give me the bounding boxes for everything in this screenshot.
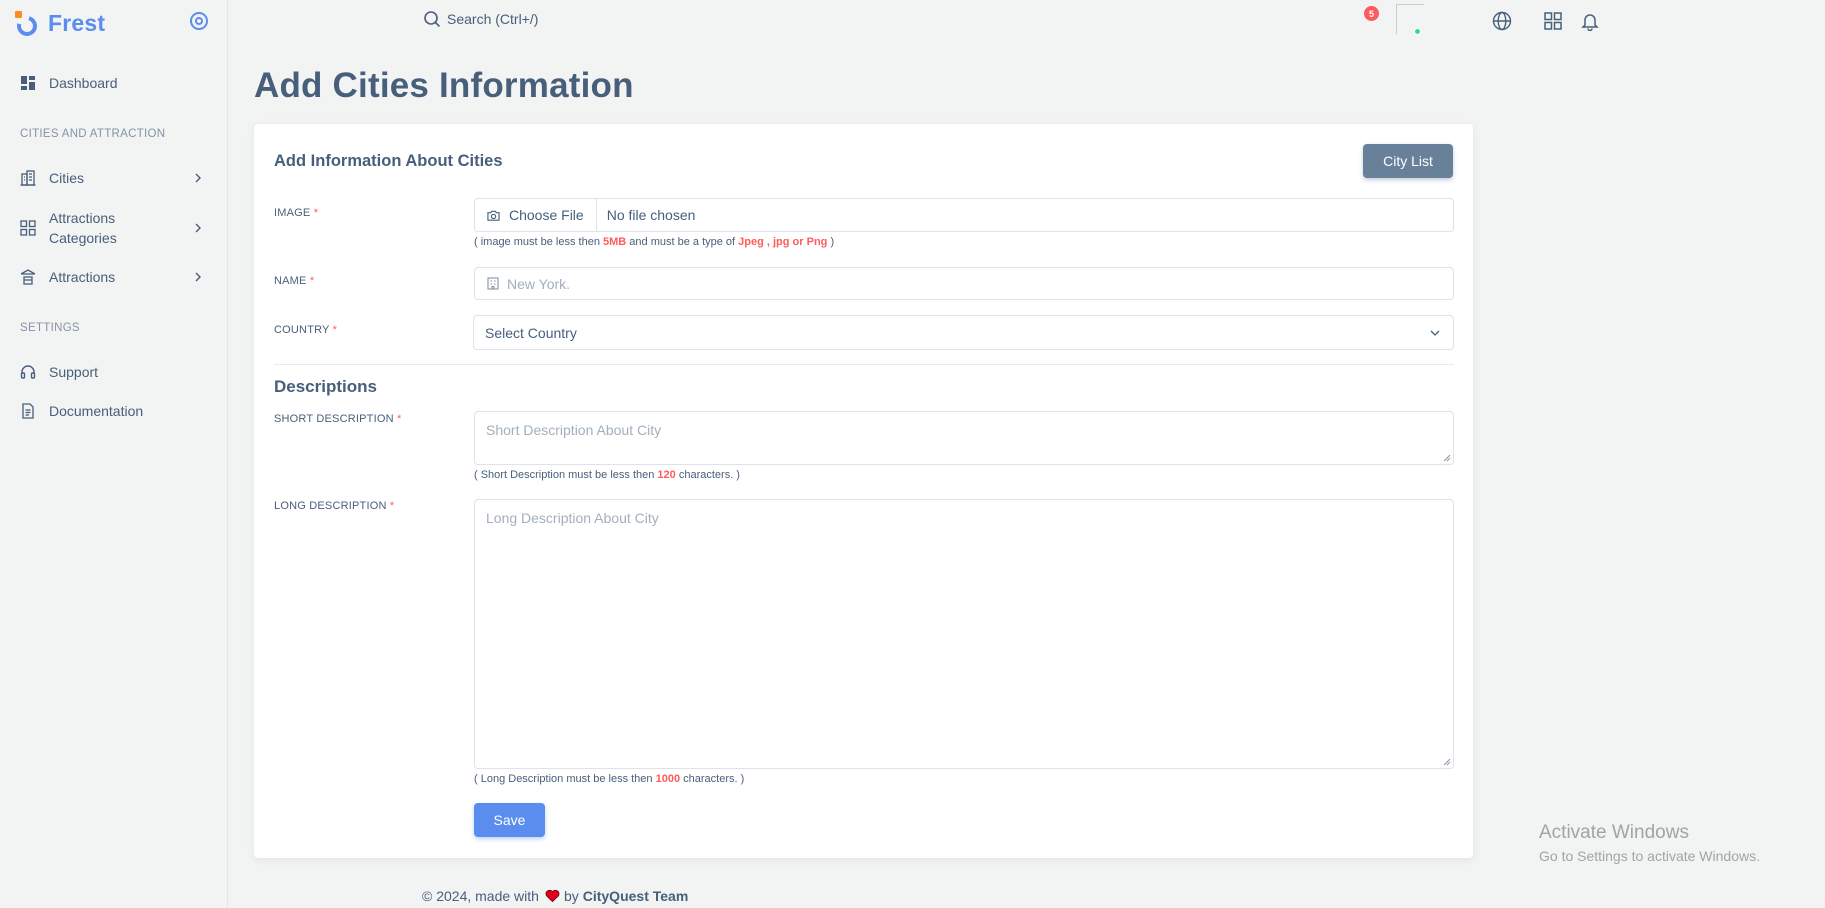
nav-section-header: CITIES AND ATTRACTION — [20, 128, 166, 140]
hint-text: ( image must be less then — [474, 236, 604, 248]
document-icon — [22, 403, 34, 419]
sidebar-item-dashboard[interactable]: Dashboard — [20, 73, 210, 93]
file-status: No file chosen — [606, 207, 696, 223]
long-label-text: LONG DESCRIPTION — [274, 500, 387, 512]
sidebar-item-attraction-categories[interactable]: Attractions Categories — [20, 208, 210, 248]
footer: © 2024, made with by CityQuest Team — [422, 888, 688, 904]
brand-name: Frest — [48, 9, 106, 36]
online-status-dot — [1414, 28, 1421, 35]
sidebar-item-support[interactable]: Support — [20, 362, 210, 382]
hint-highlight: Jpeg , jpg or Png — [738, 236, 828, 248]
heart-icon — [545, 889, 560, 903]
choose-file-button[interactable]: Choose File — [475, 199, 597, 231]
resize-handle-icon[interactable] — [1443, 758, 1451, 766]
required-mark: * — [332, 324, 338, 336]
long-description-label: LONG DESCRIPTION * — [274, 500, 394, 512]
building-icon — [487, 277, 499, 290]
required-mark: * — [313, 207, 319, 219]
chevron-right-icon — [195, 223, 201, 233]
image-label-text: IMAGE — [274, 207, 311, 219]
sidebar-item-label: Support — [49, 364, 99, 380]
image-hint: ( image must be less then 5MB and must b… — [474, 236, 834, 248]
watermark-subtitle: Go to Settings to activate Windows. — [1539, 848, 1760, 864]
chevron-down-icon — [1430, 330, 1440, 336]
name-placeholder: New York. — [507, 275, 571, 292]
hint-highlight: 120 — [657, 469, 676, 481]
dashboard-icon — [21, 76, 35, 90]
long-description-textarea[interactable]: Long Description About City — [474, 499, 1454, 769]
sidebar-toggle-icon[interactable] — [190, 12, 208, 30]
sidebar-item-attractions[interactable]: Attractions — [20, 267, 210, 287]
headphones-icon — [20, 365, 36, 379]
hint-highlight: 5MB — [603, 236, 627, 248]
frest-logo-icon — [13, 10, 41, 40]
required-mark: * — [309, 275, 315, 287]
name-label: NAME * — [274, 275, 314, 287]
required-mark: * — [389, 500, 395, 512]
windows-activation-watermark: Activate Windows Go to Settings to activ… — [1539, 822, 1760, 864]
long-description-hint: ( Long Description must be less then 100… — [474, 773, 744, 785]
chevron-right-icon — [195, 272, 201, 282]
hint-text: characters. ) — [680, 773, 745, 785]
sidebar-item-label: Attractions — [49, 269, 116, 285]
nav-section-header: SETTINGS — [20, 322, 80, 334]
search-icon — [424, 11, 441, 28]
save-button[interactable]: Save — [474, 803, 545, 837]
sidebar: Frest Dashboard CITIES AND ATTRACTION Ci… — [0, 0, 228, 908]
short-label-text: SHORT DESCRIPTION — [274, 413, 394, 425]
long-placeholder: Long Description About City — [486, 510, 659, 526]
globe-icon[interactable] — [1492, 11, 1512, 31]
hint-text: and must be a type of — [626, 236, 739, 248]
short-description-label: SHORT DESCRIPTION * — [274, 413, 401, 425]
short-placeholder: Short Description About City — [486, 422, 662, 438]
apps-grid-icon[interactable] — [1543, 11, 1563, 31]
chevron-right-icon — [195, 173, 201, 183]
resize-handle-icon[interactable] — [1443, 454, 1451, 462]
country-label-text: COUNTRY — [274, 324, 330, 336]
footer-team-link[interactable]: CityQuest Team — [583, 888, 689, 904]
notification-badge: 5 — [1364, 6, 1379, 21]
descriptions-title: Descriptions — [274, 377, 377, 396]
country-label: COUNTRY * — [274, 324, 337, 336]
search-bar[interactable]: Search (Ctrl+/) — [423, 10, 538, 28]
sidebar-item-label: Dashboard — [49, 75, 118, 91]
name-input[interactable]: New York. — [474, 267, 1454, 300]
footer-copyright: © 2024, made with — [422, 888, 539, 904]
card-title: Add Information About Cities — [274, 152, 503, 170]
add-city-card: Add Information About Cities City List I… — [254, 124, 1473, 858]
hint-text: ) — [827, 236, 835, 248]
sidebar-item-label: Cities — [49, 170, 85, 186]
page-title: Add Cities Information — [254, 66, 634, 105]
watermark-title: Activate Windows — [1539, 822, 1689, 843]
camera-icon — [487, 210, 500, 221]
brand[interactable]: Frest — [13, 8, 106, 40]
hint-text: characters. ) — [675, 469, 740, 481]
required-mark: * — [397, 413, 402, 425]
short-description-textarea[interactable]: Short Description About City — [474, 411, 1454, 465]
choose-file-label: Choose File — [509, 207, 584, 223]
bell-icon[interactable] — [1580, 11, 1600, 31]
short-description-hint: ( Short Description must be less then 12… — [474, 469, 740, 481]
image-label: IMAGE * — [274, 207, 318, 219]
name-label-text: NAME — [274, 275, 307, 287]
country-select[interactable]: Select Country — [473, 315, 1454, 350]
hint-highlight: 1000 — [655, 773, 681, 785]
label-line-1: Attractions — [49, 210, 116, 226]
city-list-button[interactable]: City List — [1363, 144, 1453, 178]
grid-icon — [20, 220, 36, 236]
footer-by: by — [563, 888, 579, 904]
attraction-icon — [20, 269, 36, 285]
sidebar-item-documentation[interactable]: Documentation — [20, 401, 210, 421]
sidebar-item-label: Attractions Categories — [49, 208, 117, 248]
image-file-input[interactable]: Choose File No file chosen — [474, 198, 1454, 232]
search-placeholder: Search (Ctrl+/) — [447, 11, 539, 27]
sidebar-item-cities[interactable]: Cities — [20, 168, 210, 188]
label-line-2: Categories — [49, 230, 117, 246]
hint-text: ( Short Description must be less then — [474, 469, 658, 481]
building-icon — [20, 170, 36, 186]
country-selected-value: Select Country — [485, 324, 577, 341]
sidebar-item-label: Documentation — [49, 403, 144, 419]
section-divider — [274, 364, 1454, 365]
hint-text: ( Long Description must be less then — [474, 773, 656, 785]
